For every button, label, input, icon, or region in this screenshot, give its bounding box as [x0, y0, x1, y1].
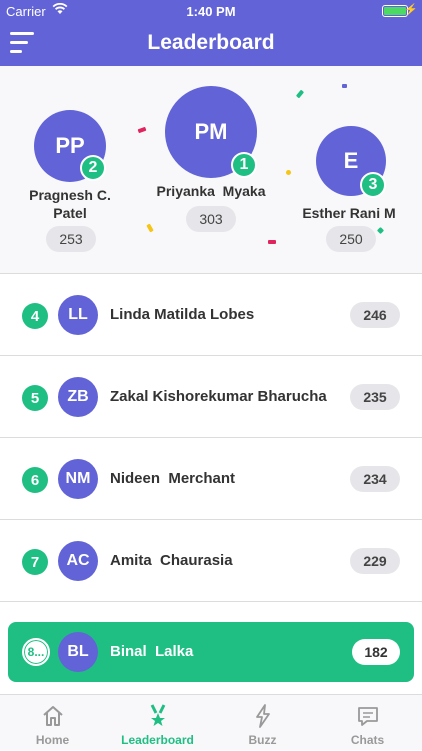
trophy-icon — [150, 704, 166, 726]
tab-home[interactable]: Home — [0, 695, 105, 751]
rank-badge: 2 — [80, 155, 106, 181]
avatar: LL — [58, 295, 98, 335]
score-badge: 182 — [352, 639, 400, 665]
score-badge: 229 — [350, 548, 400, 574]
avatar: BL — [58, 632, 98, 672]
home-icon — [43, 706, 63, 726]
tab-leaderboard[interactable]: Leaderboard — [105, 695, 210, 751]
podium-name: Pragnesh C. Patel — [29, 187, 111, 221]
tab-label: Home — [35, 733, 70, 747]
tab-chats[interactable]: Chats — [315, 695, 420, 751]
list-item[interactable]: 7 AC Amita Chaurasia 229 — [0, 520, 422, 602]
status-time: 1:40 PM — [186, 4, 236, 19]
nav-bar: Leaderboard — [0, 22, 422, 66]
current-user-row[interactable]: 8... BL Binal Lalka 182 — [8, 622, 414, 682]
podium-first[interactable]: PM 1 Priyanka Myaka 303 — [140, 66, 282, 274]
tab-label: Leaderboard — [121, 733, 194, 747]
rank-badge: 3 — [360, 172, 386, 198]
rank-badge: 5 — [22, 385, 48, 411]
podium-name: Esther Rani M — [302, 205, 396, 221]
rank-badge: 8... — [22, 638, 50, 666]
user-name: Amita Chaurasia — [110, 552, 233, 569]
rank-badge: 4 — [22, 303, 48, 329]
list-item[interactable]: 4 LL Linda Matilda Lobes 246 — [0, 274, 422, 356]
user-name: Nideen Merchant — [110, 470, 236, 487]
podium-third[interactable]: E 3 Esther Rani M 250 — [282, 66, 422, 274]
list-item[interactable]: 6 NM Nideen Merchant 234 — [0, 438, 422, 520]
tab-label: Chats — [350, 733, 385, 747]
charging-icon: ⚡ — [404, 4, 418, 16]
tab-bar: Home Leaderboard Buzz Chats — [0, 694, 422, 750]
podium-score: 253 — [46, 226, 96, 252]
rank-badge: 1 — [231, 152, 257, 178]
user-name: Zakal Kishorekumar Bharucha — [110, 388, 327, 405]
user-name: Linda Matilda Lobes — [110, 306, 255, 323]
podium-score: 250 — [326, 226, 376, 252]
chat-icon — [358, 707, 378, 726]
lightning-icon — [256, 704, 270, 728]
podium-score: 303 — [186, 206, 236, 232]
podium: PP 2 Pragnesh C. Patel 253 PM 1 Priyanka… — [0, 66, 422, 274]
user-name: Binal Lalka — [110, 643, 194, 660]
page-title: Leaderboard — [147, 31, 275, 54]
rank-badge: 7 — [22, 549, 48, 575]
avatar: NM — [58, 459, 98, 499]
podium-second[interactable]: PP 2 Pragnesh C. Patel 253 — [0, 66, 140, 274]
score-badge: 235 — [350, 384, 400, 410]
score-badge: 234 — [350, 466, 400, 492]
podium-name: Priyanka Myaka — [156, 183, 266, 199]
tab-label: Buzz — [248, 733, 277, 747]
score-badge: 246 — [350, 302, 400, 328]
tab-buzz[interactable]: Buzz — [210, 695, 315, 751]
list-item[interactable]: 5 ZB Zakal Kishorekumar Bharucha 235 — [0, 356, 422, 438]
avatar: ZB — [58, 377, 98, 417]
status-bar: Carrier 1:40 PM ⚡ — [0, 0, 422, 22]
rank-badge: 6 — [22, 467, 48, 493]
avatar: AC — [58, 541, 98, 581]
